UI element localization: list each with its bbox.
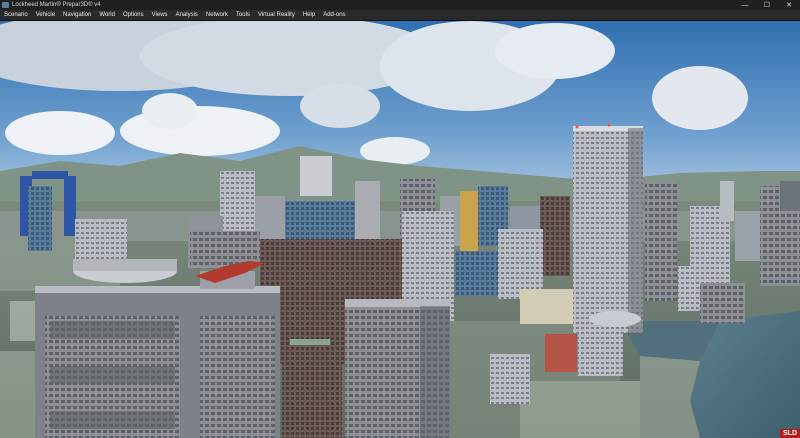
minimize-button[interactable]: — bbox=[734, 0, 756, 10]
main-tower bbox=[573, 123, 643, 333]
menu-help[interactable]: Help bbox=[299, 10, 319, 20]
menu-tools[interactable]: Tools bbox=[232, 10, 254, 20]
menu-options[interactable]: Options bbox=[119, 10, 148, 20]
window-titlebar[interactable]: Lockheed Martin® Prepar3D® v4 — ☐ ✕ bbox=[0, 0, 800, 10]
window-title: Lockheed Martin® Prepar3D® v4 bbox=[12, 2, 101, 8]
menu-bar: Scenario Vehicle Navigation World Option… bbox=[0, 10, 800, 21]
maximize-button[interactable]: ☐ bbox=[756, 0, 778, 10]
menu-analysis[interactable]: Analysis bbox=[172, 10, 202, 20]
simulator-viewport[interactable]: SLD bbox=[0, 21, 800, 438]
city-scene bbox=[0, 21, 800, 438]
menu-add-ons[interactable]: Add-ons bbox=[319, 10, 349, 20]
menu-world[interactable]: World bbox=[95, 10, 119, 20]
menu-virtual-reality[interactable]: Virtual Reality bbox=[254, 10, 299, 20]
menu-scenario[interactable]: Scenario bbox=[0, 10, 32, 20]
window-controls: — ☐ ✕ bbox=[734, 0, 800, 10]
app-icon bbox=[2, 2, 9, 8]
menu-views[interactable]: Views bbox=[148, 10, 172, 20]
menu-vehicle[interactable]: Vehicle bbox=[32, 10, 59, 20]
menu-navigation[interactable]: Navigation bbox=[59, 10, 95, 20]
menu-network[interactable]: Network bbox=[202, 10, 232, 20]
close-button[interactable]: ✕ bbox=[778, 0, 800, 10]
status-badge: SLD bbox=[780, 429, 800, 438]
